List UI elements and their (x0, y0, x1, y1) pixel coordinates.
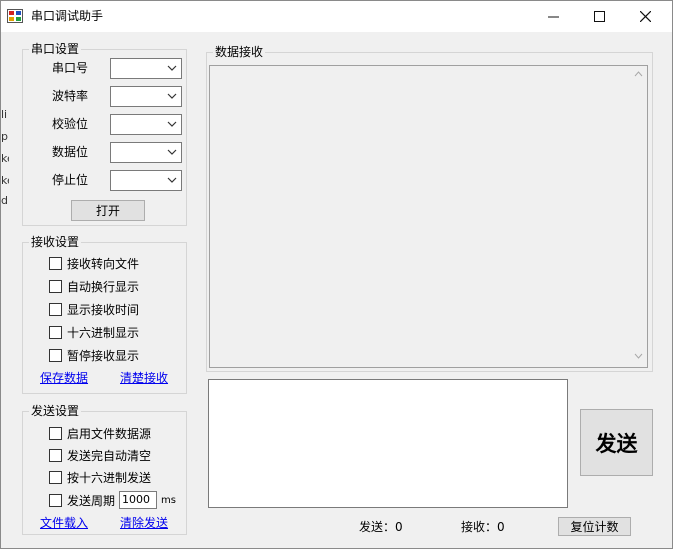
send-textarea[interactable] (208, 379, 568, 508)
auto-clear-option[interactable]: 发送完自动清空 (49, 447, 151, 463)
pause-receive-option[interactable]: 暂停接收显示 (49, 347, 139, 363)
send-period-checkbox[interactable] (49, 493, 62, 507)
chevron-down-icon (167, 65, 177, 71)
save-data-link[interactable]: 保存数据 (40, 370, 88, 386)
hex-send-checkbox[interactable] (49, 470, 62, 484)
chevron-down-icon (167, 177, 177, 183)
maximize-button[interactable] (576, 1, 622, 32)
show-receive-time-checkbox[interactable] (49, 302, 62, 316)
parity-combobox[interactable] (110, 114, 182, 135)
data-bits-label: 数据位 (52, 145, 89, 159)
load-file-link[interactable]: 文件载入 (40, 515, 88, 531)
app-icon (7, 9, 23, 23)
stop-bits-label: 停止位 (52, 173, 89, 187)
close-icon (639, 11, 651, 22)
reset-count-button[interactable]: 复位计数 (558, 517, 631, 536)
left-artifact: ke (1, 152, 9, 164)
serial-settings-group: 串口设置 串口号 波特率 校验位 数据位 停止位 打开 (22, 42, 187, 226)
baud-rate-label: 波特率 (52, 89, 89, 103)
show-receive-time-option[interactable]: 显示接收时间 (49, 301, 139, 317)
minimize-button[interactable] (530, 1, 576, 32)
chevron-down-icon (167, 93, 177, 99)
title-bar[interactable]: 串口调试助手 (1, 1, 672, 32)
baud-rate-combobox[interactable] (110, 86, 182, 107)
auto-clear-label: 发送完自动清空 (67, 448, 152, 463)
file-source-checkbox[interactable] (49, 426, 62, 440)
minimize-icon (547, 16, 559, 18)
send-period-input[interactable]: 1000 (119, 491, 158, 509)
receive-to-file-label: 接收转向文件 (67, 256, 140, 271)
send-settings-group: 发送设置 启用文件数据源 发送完自动清空 按十六进制发送 发送周期 1000 m… (22, 404, 187, 535)
receive-settings-title: 接收设置 (29, 235, 82, 249)
file-source-label: 启用文件数据源 (67, 426, 152, 441)
app-window: 串口调试助手 li p ke ke dl 串口设置 串口号 波特率 (0, 0, 673, 549)
maximize-icon (593, 11, 605, 22)
scroll-up-icon[interactable] (634, 70, 643, 78)
auto-newline-label: 自动换行显示 (67, 279, 140, 294)
send-period-unit: ms (161, 494, 176, 506)
show-receive-time-label: 显示接收时间 (67, 302, 140, 317)
port-combobox[interactable] (110, 58, 182, 79)
chevron-down-icon (167, 121, 177, 127)
hex-send-label: 按十六进制发送 (67, 470, 152, 485)
hex-display-checkbox[interactable] (49, 325, 62, 339)
file-source-option[interactable]: 启用文件数据源 (49, 425, 151, 441)
clear-receive-link[interactable]: 清楚接收 (120, 370, 168, 386)
left-artifact: p (1, 130, 8, 142)
hex-send-option[interactable]: 按十六进制发送 (49, 469, 151, 485)
received-count-label: 接收：0 (461, 520, 505, 534)
hex-display-label: 十六进制显示 (67, 325, 140, 340)
receive-textarea[interactable] (209, 65, 648, 368)
serial-settings-title: 串口设置 (29, 42, 82, 56)
client-area: li p ke ke dl 串口设置 串口号 波特率 校验位 数据位 停止位 (1, 32, 672, 548)
receive-settings-group: 接收设置 接收转向文件 自动换行显示 显示接收时间 十六进制显示 暂停接收显示 (22, 235, 187, 394)
chevron-down-icon (167, 149, 177, 155)
send-period-label: 发送周期 (67, 493, 116, 508)
auto-clear-checkbox[interactable] (49, 448, 62, 462)
open-port-button[interactable]: 打开 (71, 200, 145, 221)
parity-label: 校验位 (52, 117, 89, 131)
clear-send-link[interactable]: 清除发送 (120, 515, 168, 531)
close-button[interactable] (622, 1, 668, 32)
left-artifact: li (1, 108, 8, 120)
auto-newline-option[interactable]: 自动换行显示 (49, 278, 139, 294)
hex-display-option[interactable]: 十六进制显示 (49, 324, 139, 340)
data-receive-title: 数据接收 (213, 45, 266, 59)
left-artifact: ke (1, 174, 9, 186)
left-artifact: dl (1, 194, 9, 206)
receive-to-file-checkbox[interactable] (49, 256, 62, 270)
sent-count-label: 发送：0 (359, 520, 403, 534)
send-settings-title: 发送设置 (29, 404, 82, 418)
data-receive-group: 数据接收 (206, 45, 653, 372)
receive-to-file-option[interactable]: 接收转向文件 (49, 255, 139, 271)
auto-newline-checkbox[interactable] (49, 279, 62, 293)
stop-bits-combobox[interactable] (110, 170, 182, 191)
send-button[interactable]: 发送 (580, 409, 653, 476)
pause-receive-checkbox[interactable] (49, 348, 62, 362)
window-title: 串口调试助手 (31, 9, 104, 23)
port-label: 串口号 (52, 61, 89, 75)
scroll-down-icon[interactable] (634, 352, 643, 360)
pause-receive-label: 暂停接收显示 (67, 348, 140, 363)
send-period-option[interactable]: 发送周期 1000 ms (49, 491, 176, 509)
data-bits-combobox[interactable] (110, 142, 182, 163)
